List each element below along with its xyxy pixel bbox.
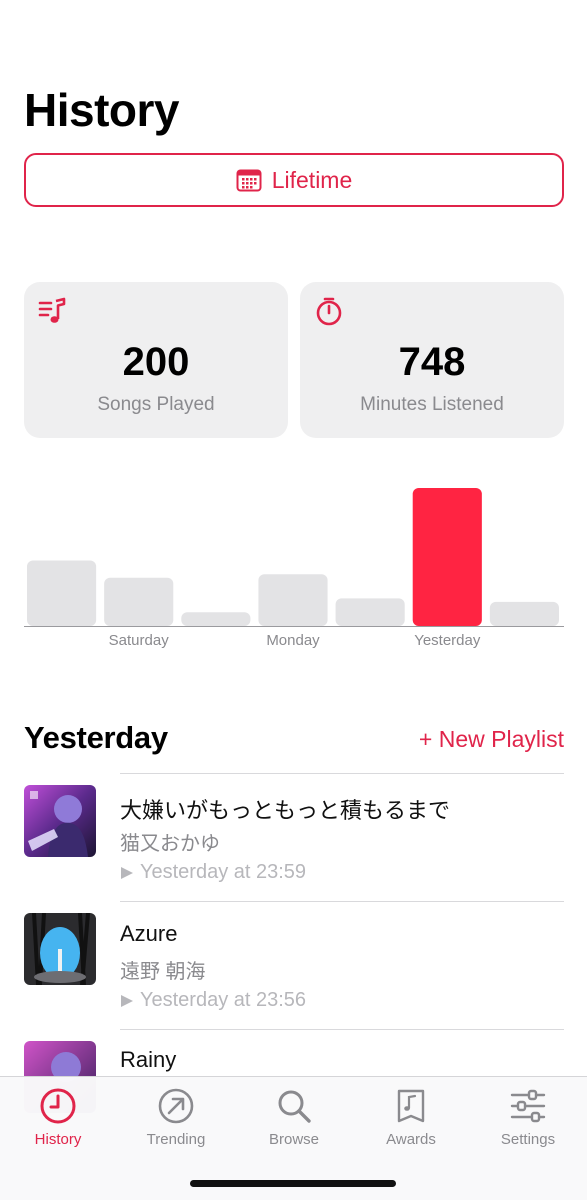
section-header: Yesterday + New Playlist <box>24 718 564 762</box>
tab-label: History <box>34 1131 82 1148</box>
listening-bar-chart: Saturday Monday Yesterday <box>24 470 564 660</box>
sliders-icon <box>510 1089 546 1123</box>
tab-label: Awards <box>386 1131 436 1148</box>
section-title: Yesterday <box>24 720 168 755</box>
song-title: 大嫌いがもっともっと積もるまで <box>120 798 451 823</box>
songs-played-label: Songs Played <box>97 394 215 415</box>
tab-awards[interactable]: Awards <box>356 1087 466 1148</box>
music-award-icon <box>397 1089 425 1123</box>
chart-bar[interactable] <box>258 574 328 626</box>
song-row[interactable]: 大嫌いがもっともっと積もるまで 猫又おかゆ Yesterday at 23:59 <box>0 773 587 901</box>
minutes-listened-card: 748 Minutes Listened <box>300 282 564 438</box>
chart-x-labels: Saturday Monday Yesterday <box>24 632 564 652</box>
minutes-listened-label: Minutes Listened <box>360 394 504 415</box>
song-artist: 猫又おかゆ <box>120 833 220 855</box>
range-label: Lifetime <box>271 166 353 193</box>
chart-x-label: Yesterday <box>414 632 481 649</box>
chart-x-label: Monday <box>266 632 320 649</box>
chart-bar[interactable] <box>104 577 174 626</box>
tab-label: Browse <box>268 1131 320 1148</box>
music-list-icon <box>38 297 66 323</box>
song-title: Rainy <box>120 1047 177 1072</box>
minutes-listened-value: 748 <box>398 340 466 384</box>
song-time-label: Yesterday at 23:56 <box>140 989 307 1011</box>
song-row[interactable]: Azure 遠野 朝海 Yesterday at 23:56 <box>0 901 587 1029</box>
calendar-icon <box>236 169 262 192</box>
tab-settings[interactable]: Settings <box>473 1087 583 1148</box>
song-time-label: Yesterday at 23:59 <box>140 861 307 883</box>
song-title: Azure <box>120 921 178 946</box>
album-artwork <box>24 785 96 857</box>
row-divider <box>120 901 564 902</box>
play-icon <box>121 866 133 879</box>
tab-label: Settings <box>500 1131 556 1148</box>
tab-label: Trending <box>146 1131 206 1148</box>
chart-bar[interactable] <box>335 598 405 626</box>
row-divider <box>120 1029 564 1030</box>
row-divider <box>120 773 564 774</box>
play-icon <box>121 994 133 1007</box>
song-artist: 遠野 朝海 <box>120 961 206 983</box>
lifetime-range-button[interactable]: Lifetime <box>24 153 564 207</box>
trending-arrow-icon <box>158 1088 194 1124</box>
song-play-time: Yesterday at 23:56 <box>120 989 306 1012</box>
chart-bar[interactable] <box>412 488 482 626</box>
plus-icon: + <box>418 726 433 752</box>
search-icon <box>278 1090 311 1123</box>
chart-bar[interactable] <box>27 560 97 626</box>
chart-x-label: Saturday <box>108 632 169 649</box>
chart-plot <box>24 488 564 627</box>
tab-browse[interactable]: Browse <box>239 1087 349 1148</box>
song-play-time: Yesterday at 23:59 <box>120 861 306 884</box>
chart-bar[interactable] <box>181 612 251 626</box>
songs-played-value: 200 <box>122 340 190 384</box>
new-playlist-button[interactable]: + New Playlist <box>419 726 564 753</box>
album-artwork <box>24 913 96 985</box>
songs-played-card: 200 Songs Played <box>24 282 288 438</box>
page-title: History <box>24 84 179 136</box>
new-playlist-label: New Playlist <box>438 726 564 752</box>
tab-history[interactable]: History <box>3 1087 113 1148</box>
stopwatch-icon <box>316 297 342 326</box>
chart-bar[interactable] <box>489 601 559 626</box>
home-indicator <box>190 1180 396 1187</box>
tab-trending[interactable]: Trending <box>121 1087 231 1148</box>
clock-icon <box>40 1088 76 1124</box>
